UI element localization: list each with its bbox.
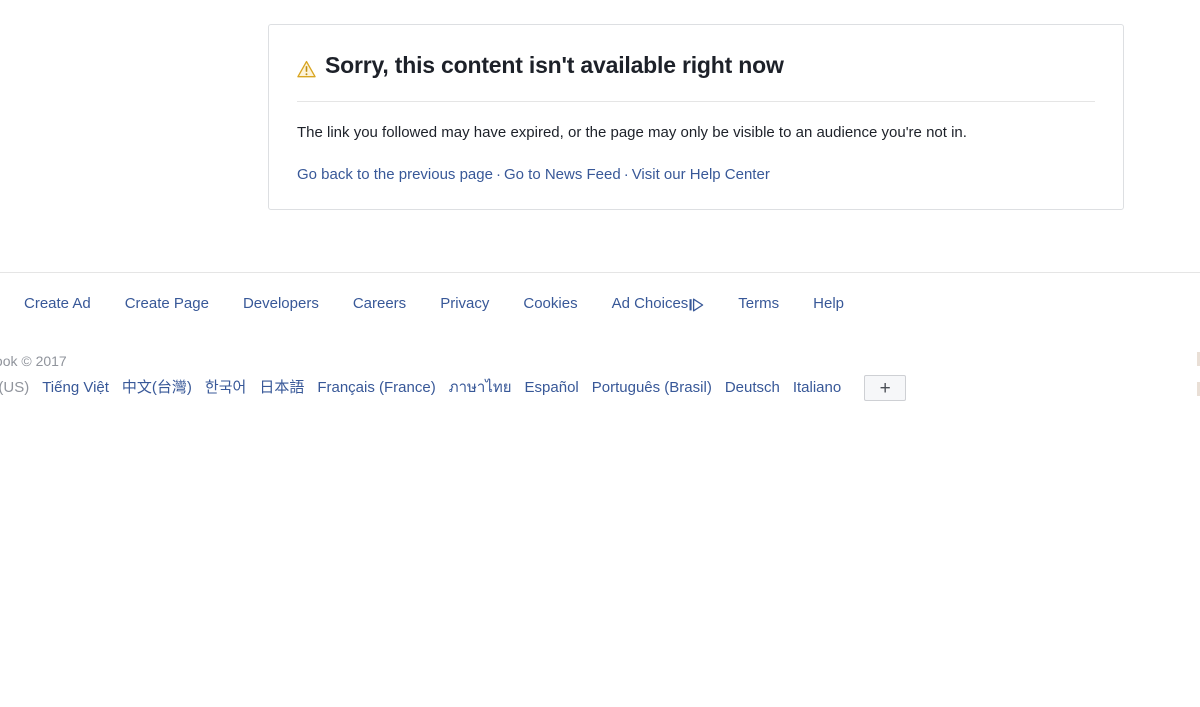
add-language-button[interactable]: + — [864, 375, 907, 401]
error-page: Sorry, this content isn't available righ… — [0, 0, 1200, 707]
content-unavailable-card: Sorry, this content isn't available righ… — [268, 24, 1124, 210]
copyright-text: Facebook © 2017 — [0, 353, 67, 369]
page-title: Sorry, this content isn't available righ… — [297, 51, 1095, 79]
go-back-link[interactable]: Go back to the previous page — [297, 166, 493, 183]
language-item-korean[interactable]: 한국어 — [205, 378, 246, 398]
page-title-text: Sorry, this content isn't available righ… — [325, 52, 784, 78]
language-item-italiano[interactable]: Italiano — [793, 378, 841, 398]
language-item-english-us: English (US) — [0, 379, 30, 396]
footer-link-developers[interactable]: Developers — [243, 294, 319, 314]
link-separator: · — [623, 166, 629, 183]
footer-link-ad-choices[interactable]: Ad Choices — [612, 294, 705, 314]
language-item-espanol[interactable]: Español — [525, 378, 579, 398]
footer-link-careers[interactable]: Careers — [353, 294, 406, 314]
footer-link-create-page[interactable]: Create Page — [125, 294, 209, 314]
language-item-thai[interactable]: ภาษาไทย — [449, 378, 512, 398]
footer-link-terms[interactable]: Terms — [738, 294, 779, 314]
footer-divider — [0, 272, 1200, 273]
adchoices-icon — [689, 298, 704, 312]
footer-link-help[interactable]: Help — [813, 294, 844, 314]
footer-link-cookies[interactable]: Cookies — [523, 294, 577, 314]
footer-link-ad-choices-label: Ad Choices — [611, 295, 689, 312]
language-item-japanese[interactable]: 日本語 — [259, 378, 304, 398]
language-selector: English (US) Tiếng Việt 中文(台灣) 한국어 日本語 F… — [0, 375, 907, 401]
language-item-chinese-taiwan[interactable]: 中文(台灣) — [122, 378, 192, 398]
news-feed-link[interactable]: Go to News Feed — [504, 166, 621, 183]
footer-link-privacy[interactable]: Privacy — [440, 294, 489, 314]
language-item-francais-france[interactable]: Français (France) — [317, 378, 435, 398]
language-item-deutsch[interactable]: Deutsch — [725, 378, 780, 398]
link-separator: · — [495, 166, 501, 183]
error-action-links: Go back to the previous page · Go to News … — [297, 165, 1095, 185]
warning-triangle-icon — [297, 57, 316, 77]
footer-nav: Create Ad Create Page Developers Careers… — [24, 294, 844, 314]
card-divider — [297, 101, 1095, 102]
language-item-tieng-viet[interactable]: Tiếng Việt — [42, 378, 109, 398]
error-description: The link you followed may have expired, … — [297, 124, 967, 141]
language-item-portugues-brasil[interactable]: Português (Brasil) — [592, 378, 712, 398]
footer-link-create-ad[interactable]: Create Ad — [24, 294, 91, 314]
help-center-link[interactable]: Visit our Help Center — [632, 166, 770, 183]
